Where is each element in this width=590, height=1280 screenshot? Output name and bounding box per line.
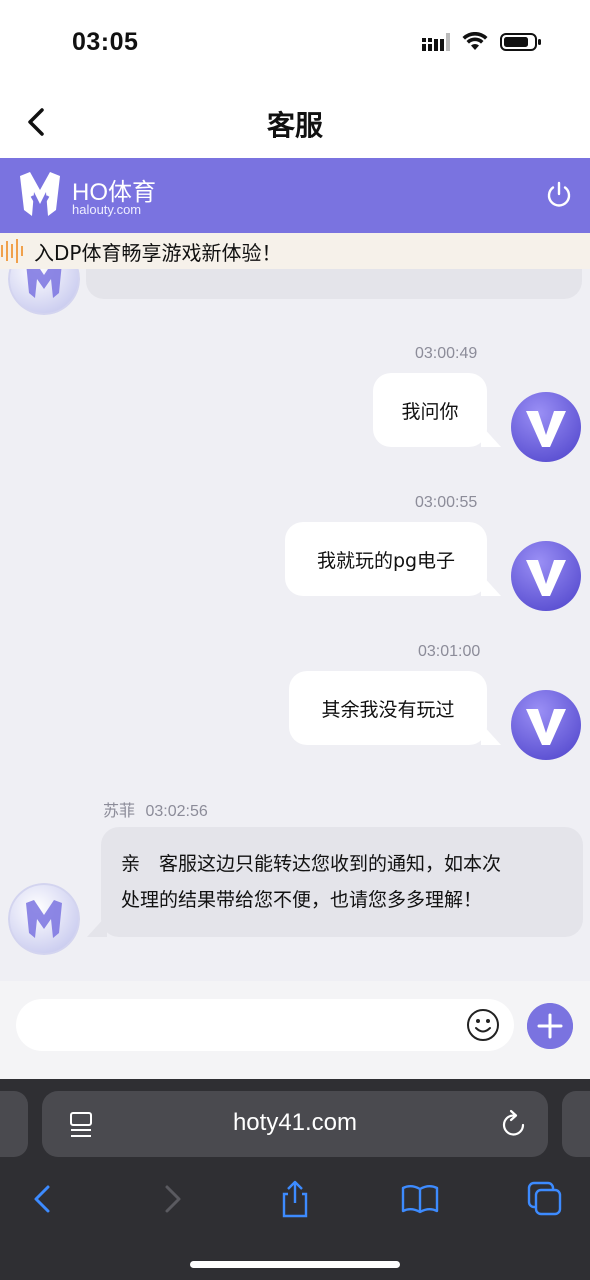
nav-bar: 客服 — [0, 88, 590, 158]
prev-tab-preview[interactable] — [0, 1091, 28, 1157]
wifi-icon — [462, 32, 488, 50]
smiley-icon[interactable] — [466, 1008, 500, 1042]
page-title: 客服 — [266, 109, 323, 142]
status-icons — [422, 32, 542, 52]
message-timestamp: 03:01:00 — [418, 643, 481, 660]
message-bubble[interactable]: 其余我没有玩过 — [289, 671, 501, 745]
tabs-icon[interactable] — [525, 1179, 565, 1219]
agent-avatar — [8, 269, 80, 315]
message-text: 我就玩的pg电子 — [316, 549, 456, 572]
bookmarks-icon[interactable] — [400, 1179, 440, 1219]
user-avatar — [510, 689, 582, 761]
message-bubble-partial — [86, 269, 582, 299]
power-icon[interactable] — [544, 180, 574, 210]
sound-wave-icon — [1, 239, 23, 263]
status-bar: 03:05 — [0, 0, 590, 88]
next-tab-preview[interactable] — [562, 1091, 590, 1157]
browser-forward-icon[interactable] — [152, 1179, 192, 1219]
status-time: 03:05 — [72, 28, 139, 56]
browser-back-icon[interactable] — [23, 1179, 63, 1219]
address-bar[interactable]: hoty41.com — [42, 1091, 548, 1157]
brand-header: HO体育 halouty.com — [0, 158, 590, 233]
message-bubble[interactable]: 我就玩的pg电子 — [285, 522, 501, 596]
battery-icon — [500, 33, 541, 51]
message-input[interactable] — [16, 999, 514, 1051]
message-text-line: 亲 客服这边只能转达您收到的通知，如本次 — [121, 853, 502, 875]
message-bubble[interactable]: 亲 客服这边只能转达您收到的通知，如本次 处理的结果带给您不便，也请您多多理解！ — [87, 827, 583, 937]
message-text: 其余我没有玩过 — [321, 698, 455, 721]
browser-toolbar: hoty41.com — [0, 1079, 590, 1280]
share-icon[interactable] — [275, 1179, 315, 1219]
home-indicator — [190, 1261, 400, 1268]
brand-logo-icon — [20, 172, 60, 216]
agent-name: 苏菲 — [103, 803, 136, 820]
user-avatar — [510, 391, 582, 463]
reload-icon[interactable] — [500, 1109, 528, 1139]
marquee-text: 入DP体育畅享游戏新体验！ — [34, 241, 282, 265]
brand-domain: halouty.com — [72, 202, 142, 217]
message-bubble[interactable]: 我问你 — [373, 373, 501, 447]
announcement-marquee: 入DP体育畅享游戏新体验！ — [0, 233, 590, 269]
chat-area[interactable]: 03:00:49 我问你 03:00:55 我就玩的pg电子 03:01:00 … — [0, 269, 590, 981]
user-avatar — [510, 540, 582, 612]
message-text: 我问你 — [401, 400, 459, 423]
plus-icon[interactable] — [527, 1003, 573, 1049]
agent-name-timestamp: 苏菲 03:02:56 — [103, 797, 208, 821]
message-timestamp: 03:02:56 — [145, 803, 208, 820]
cellular-signal-icon — [422, 33, 450, 51]
message-text-line: 处理的结果带给您不便，也请您多多理解！ — [121, 889, 483, 911]
agent-avatar — [8, 883, 80, 955]
url-text: hoty41.com — [232, 1109, 358, 1136]
message-input-bar — [0, 981, 590, 1079]
message-timestamp: 03:00:55 — [415, 494, 478, 511]
message-timestamp: 03:00:49 — [415, 345, 478, 362]
